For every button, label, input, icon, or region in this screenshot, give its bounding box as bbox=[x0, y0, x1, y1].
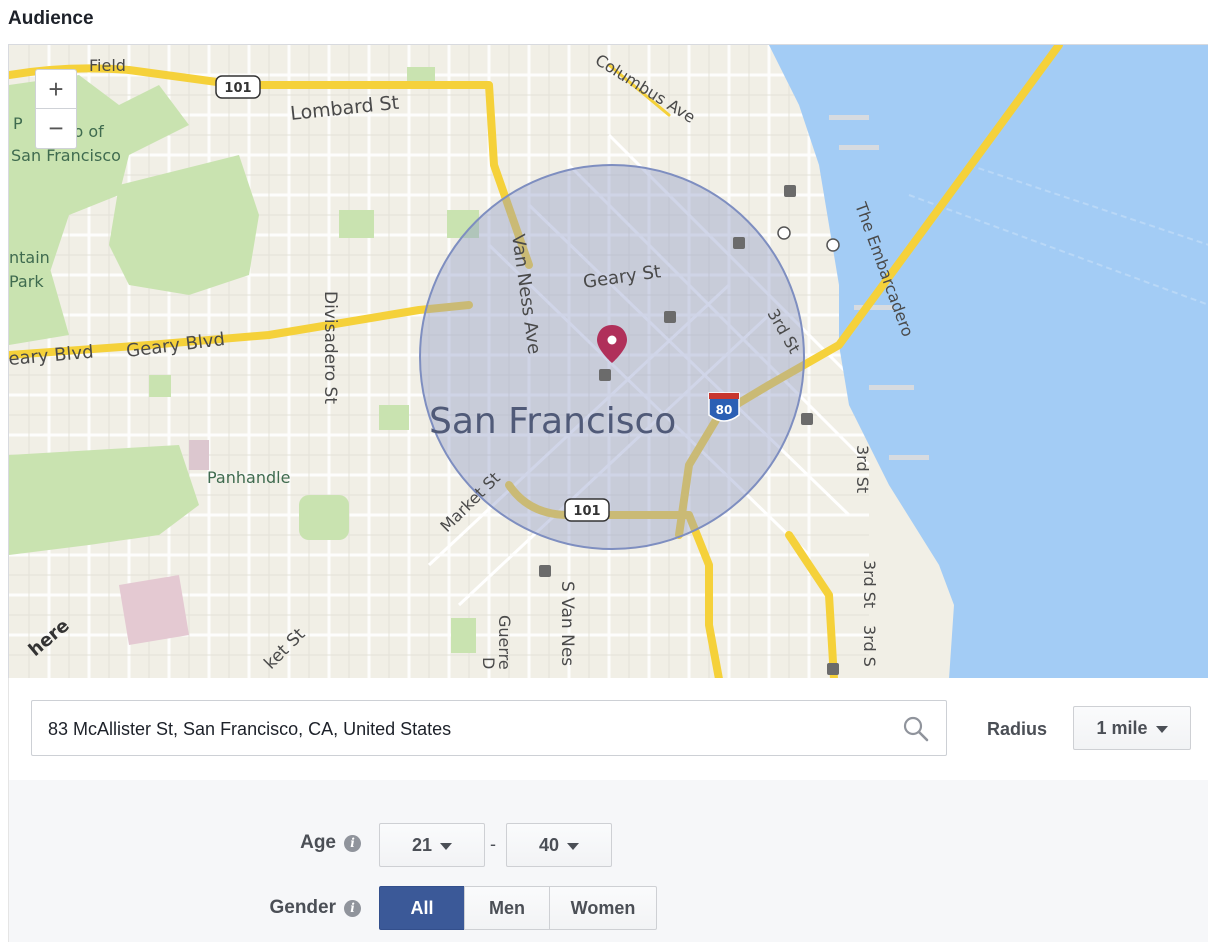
zoom-in-button[interactable]: + bbox=[35, 69, 77, 109]
demographics-panel: Age i 21 - 40 Gender i All Men Women bbox=[8, 780, 1208, 942]
chevron-down-icon bbox=[567, 842, 580, 850]
map-label-3rd-3: 3rd St bbox=[860, 560, 879, 608]
age-to-value: 40 bbox=[538, 835, 560, 855]
location-input-value: 83 McAllister St, San Francisco, CA, Uni… bbox=[48, 719, 452, 739]
map-label-3rd-4: 3rd S bbox=[860, 625, 879, 667]
info-icon[interactable]: i bbox=[344, 900, 361, 917]
gender-men-button[interactable]: Men bbox=[464, 886, 550, 930]
map-label-3rd-2: 3rd St bbox=[853, 445, 872, 493]
gender-row-label: Gender i bbox=[189, 897, 361, 919]
map-city-label: San Francisco bbox=[429, 401, 676, 442]
map-label-divisadero: Divisadero St bbox=[320, 291, 340, 404]
hwy-101-shield-icon: 101 bbox=[215, 75, 261, 99]
gender-all-button[interactable]: All bbox=[379, 886, 465, 930]
location-input[interactable]: 83 McAllister St, San Francisco, CA, Uni… bbox=[31, 700, 947, 756]
audience-title: Audience bbox=[8, 8, 94, 29]
map-label-presidio-1: P bbox=[13, 114, 23, 133]
search-icon[interactable] bbox=[902, 715, 930, 743]
radius-value: 1 mile bbox=[1096, 718, 1148, 738]
map-label-s-van-ness: S Van Nes bbox=[557, 581, 577, 666]
radius-label: Radius bbox=[987, 719, 1048, 739]
age-from-dropdown[interactable]: 21 bbox=[379, 823, 485, 867]
chevron-down-icon bbox=[440, 842, 453, 850]
i80-label: 80 bbox=[716, 403, 733, 417]
map-label-d: D bbox=[479, 657, 498, 669]
info-icon[interactable]: i bbox=[344, 835, 361, 852]
hwy-101-shield-icon-b: 101 bbox=[564, 498, 610, 522]
age-label: Age bbox=[300, 832, 336, 853]
map-view[interactable]: 101 101 80 Field P io of San Francisco n… bbox=[8, 44, 1208, 679]
map-label-mountain: ntain bbox=[9, 248, 50, 267]
map-label-field: Field bbox=[89, 56, 126, 75]
hwy-101-label-a: 101 bbox=[224, 81, 251, 96]
zoom-out-button[interactable]: − bbox=[35, 109, 77, 149]
gender-women-button[interactable]: Women bbox=[549, 886, 657, 930]
age-from-value: 21 bbox=[411, 835, 433, 855]
age-to-dropdown[interactable]: 40 bbox=[506, 823, 612, 867]
radius-dropdown[interactable]: 1 mile bbox=[1073, 706, 1191, 750]
gender-label: Gender bbox=[269, 897, 336, 918]
map-label-park: Park bbox=[9, 272, 44, 291]
i80-shield-icon: 80 bbox=[708, 392, 740, 422]
hwy-101-label-b: 101 bbox=[573, 504, 600, 519]
age-row-label: Age i bbox=[189, 832, 361, 854]
location-row: 83 McAllister St, San Francisco, CA, Uni… bbox=[8, 678, 1208, 781]
chevron-down-icon bbox=[1155, 725, 1168, 733]
age-separator: - bbox=[490, 834, 496, 854]
map-label-panhandle: Panhandle bbox=[207, 468, 290, 487]
map-canvas[interactable]: 101 101 80 Field P io of San Francisco n… bbox=[9, 45, 1208, 679]
